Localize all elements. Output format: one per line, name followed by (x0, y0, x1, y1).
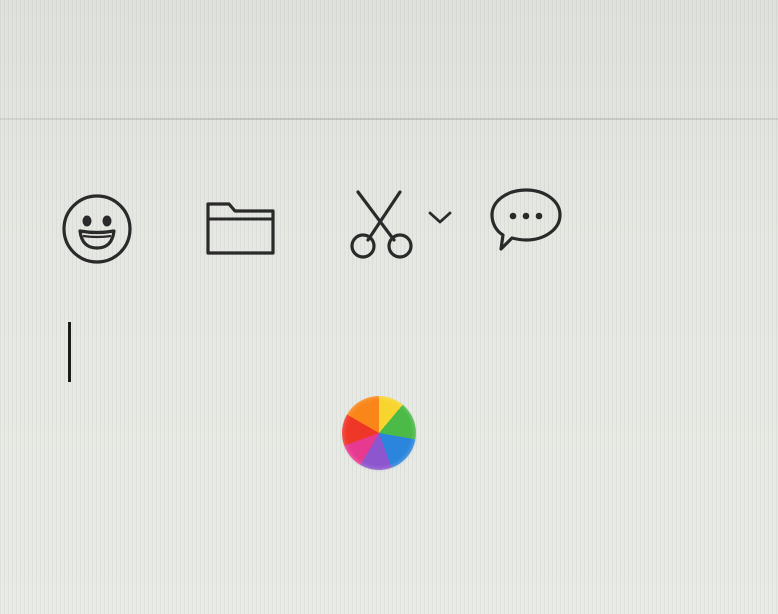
message-history-pane[interactable] (0, 0, 778, 118)
chat-bubble-icon[interactable] (487, 186, 565, 256)
text-caret (68, 322, 71, 382)
message-input[interactable] (60, 318, 720, 388)
pane-divider[interactable] (0, 118, 778, 120)
folder-icon[interactable] (205, 199, 277, 257)
scissors-icon[interactable] (348, 190, 420, 262)
busy-spinner-icon (342, 396, 416, 470)
compose-toolbar (0, 180, 778, 264)
chevron-down-icon[interactable] (427, 210, 453, 226)
emoji-icon[interactable] (60, 192, 134, 266)
compose-area (0, 300, 778, 614)
chat-window (0, 0, 778, 614)
